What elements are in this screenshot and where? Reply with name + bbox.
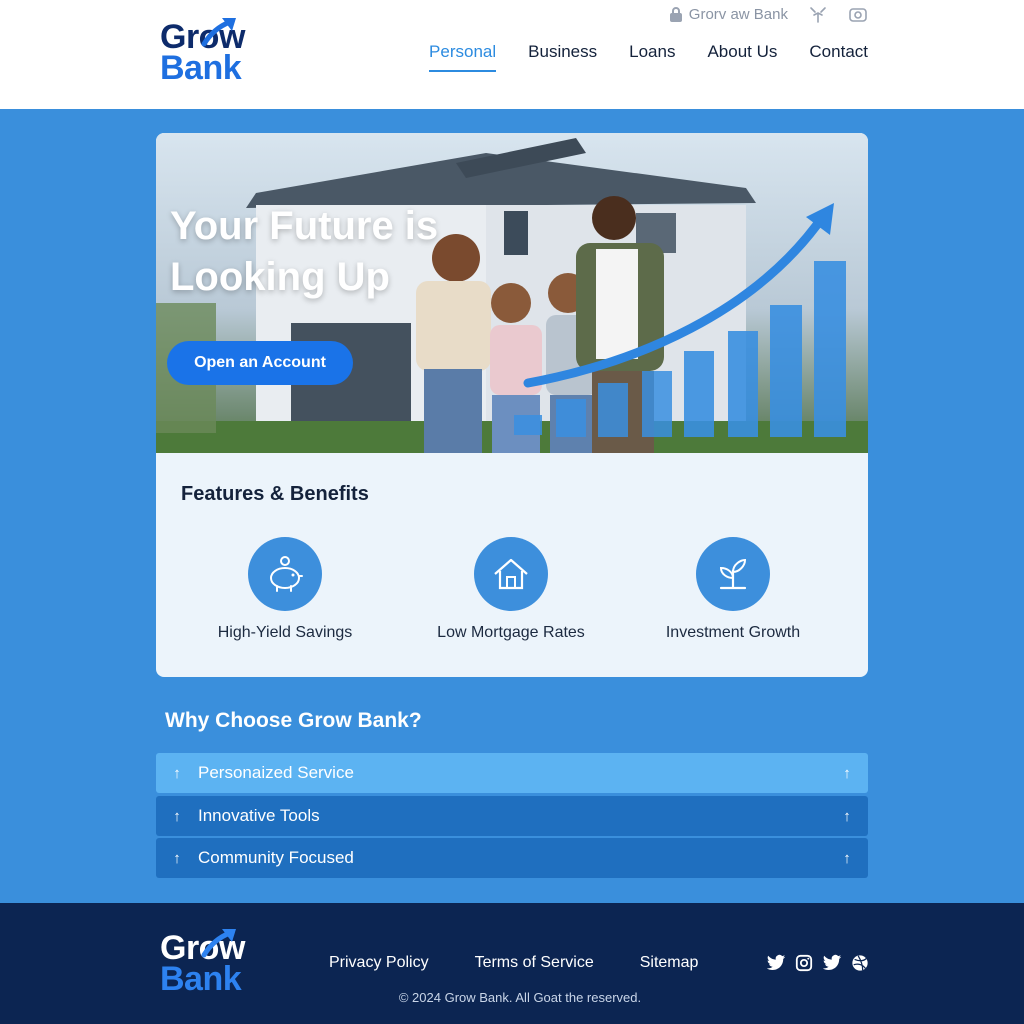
feature-investment-growth[interactable]: Investment Growth [633,537,833,642]
tree-icon[interactable] [808,4,828,24]
feature-high-yield-savings[interactable]: High-Yield Savings [185,537,385,642]
arrow-up-icon: ↑ [173,849,181,867]
accordion-community-focused[interactable]: ↑ Community Focused ↑ [156,838,868,878]
nav-loans[interactable]: Loans [629,42,675,72]
nav-contact[interactable]: Contact [809,42,868,72]
copyright-text: © 2024 Grow Bank. All Goat the reserved. [398,990,642,1005]
login-label: Grorv aw Bank [688,5,788,23]
feature-label: Low Mortgage Rates [437,624,585,641]
utility-bar: Grorv aw Bank [669,4,868,24]
lock-icon [669,7,682,22]
nav-personal[interactable]: Personal [429,42,497,72]
brand-logo[interactable]: Grow Bank [160,18,245,88]
footer-logo[interactable]: Grow Bank [160,929,245,996]
privacy-policy-link[interactable]: Privacy Policy [329,954,429,972]
accordion-label: Innovative Tools [198,806,320,825]
nav-business[interactable]: Business [528,42,597,72]
terms-of-service-link[interactable]: Terms of Service [475,954,594,972]
piggy-bank-icon [270,556,303,592]
login-link[interactable]: Grorv aw Bank [669,6,788,23]
twitter-icon[interactable] [822,953,842,973]
arrow-up-icon: ↑ [173,764,181,782]
plant-icon [719,558,747,590]
features-heading: Features & Benefits [181,483,369,505]
chevron-up-icon[interactable]: ↑ [826,765,868,782]
feature-label: Investment Growth [665,624,801,641]
social-links [766,953,870,973]
sitemap-link[interactable]: Sitemap [640,954,699,972]
features-card: Your Future is Looking Up Open an Accoun… [156,133,868,677]
house-icon [494,558,528,590]
feature-icon-badge [696,537,770,611]
accordion-label: Community Focused [198,848,354,867]
site-footer: Grow Bank Privacy Policy Terms of Servic… [0,903,1024,1024]
why-heading: Why Choose Grow Bank? [165,709,422,732]
feature-label: High-Yield Savings [217,624,353,641]
logo-arrow-icon [201,18,236,47]
hero-banner: Your Future is Looking Up Open an Accoun… [156,133,868,453]
logo-arrow-icon [201,929,236,958]
logo-word-bank: Bank [160,49,242,88]
feature-icon-badge [248,537,322,611]
chevron-up-icon[interactable]: ↑ [826,850,868,867]
accordion-label: Personaized Service [198,763,354,782]
dribbble-icon[interactable] [850,953,870,973]
feature-icon-badge [474,537,548,611]
accordion-personalized-service[interactable]: ↑ Personaized Service ↑ [156,753,868,793]
instagram-icon[interactable] [794,953,814,973]
accordion-innovative-tools[interactable]: ↑ Innovative Tools ↑ [156,796,868,836]
footer-links: Privacy Policy Terms of Service Sitemap [329,954,698,972]
nav-about-us[interactable]: About Us [707,42,777,72]
main-nav: Personal Business Loans About Us Contact [429,42,868,72]
open-account-button[interactable]: Open an Account [167,341,353,385]
feature-low-mortgage-rates[interactable]: Low Mortgage Rates [411,537,611,642]
twitter-icon[interactable] [766,953,786,973]
photo-icon[interactable] [848,5,868,23]
chevron-up-icon[interactable]: ↑ [826,808,868,825]
hero-title: Your Future is Looking Up [170,204,439,300]
site-header: Grow Bank Grorv aw Bank Personal Busines… [0,0,1024,109]
arrow-up-icon: ↑ [173,807,181,825]
